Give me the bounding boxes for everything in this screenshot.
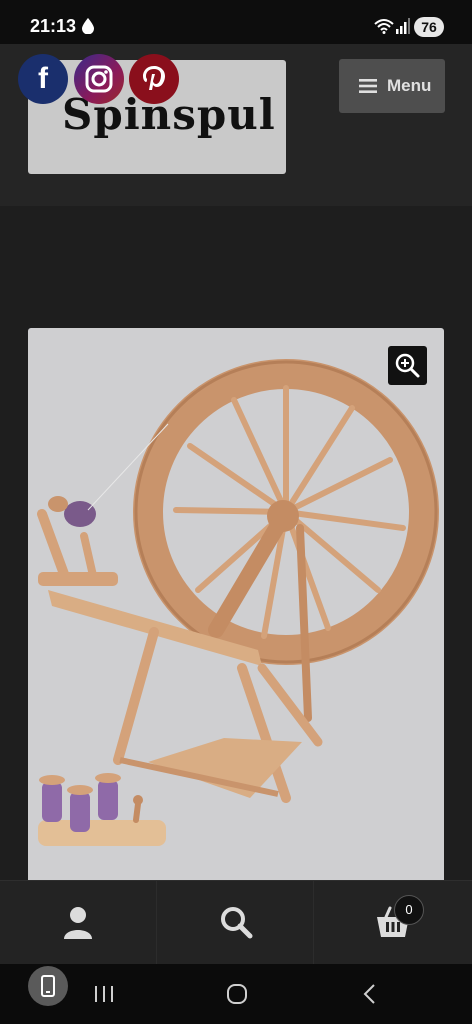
menu-label: Menu (387, 76, 432, 95)
bottom-nav: 0 (0, 880, 472, 965)
cart-button[interactable]: 0 (314, 881, 472, 965)
back-icon[interactable] (360, 982, 380, 1006)
cart-count-badge: 0 (394, 895, 424, 925)
spinning-wheel-illustration (37, 359, 439, 846)
account-button[interactable] (0, 881, 157, 965)
system-navigation-bar (0, 964, 472, 1024)
zoom-button[interactable] (388, 346, 427, 385)
facebook-icon: f (38, 62, 48, 95)
status-bar: 21:13 76 (0, 0, 472, 44)
menu-button[interactable]: Menu (339, 59, 445, 113)
account-icon (64, 907, 92, 939)
battery-indicator: 76 (414, 17, 444, 37)
zoom-in-icon (395, 353, 420, 378)
facebook-link[interactable]: f (18, 54, 68, 104)
signal-icon (396, 18, 410, 34)
pinterest-icon (143, 66, 165, 90)
screen-toggle-button[interactable] (28, 966, 68, 1006)
wifi-icon (374, 19, 394, 34)
site-header: Spinspul f Menu (0, 44, 472, 206)
status-time: 21:13 (30, 16, 77, 36)
product-gallery (0, 206, 472, 888)
recents-icon[interactable] (92, 982, 116, 1006)
search-button[interactable] (157, 881, 314, 965)
instagram-link[interactable] (74, 54, 124, 104)
instagram-icon (85, 65, 113, 93)
phone-icon (41, 975, 55, 997)
drop-icon (82, 18, 94, 34)
home-icon[interactable] (225, 982, 249, 1006)
search-icon (221, 907, 253, 939)
pinterest-link[interactable] (129, 54, 179, 104)
hamburger-icon (359, 79, 377, 93)
product-image[interactable] (28, 328, 444, 888)
